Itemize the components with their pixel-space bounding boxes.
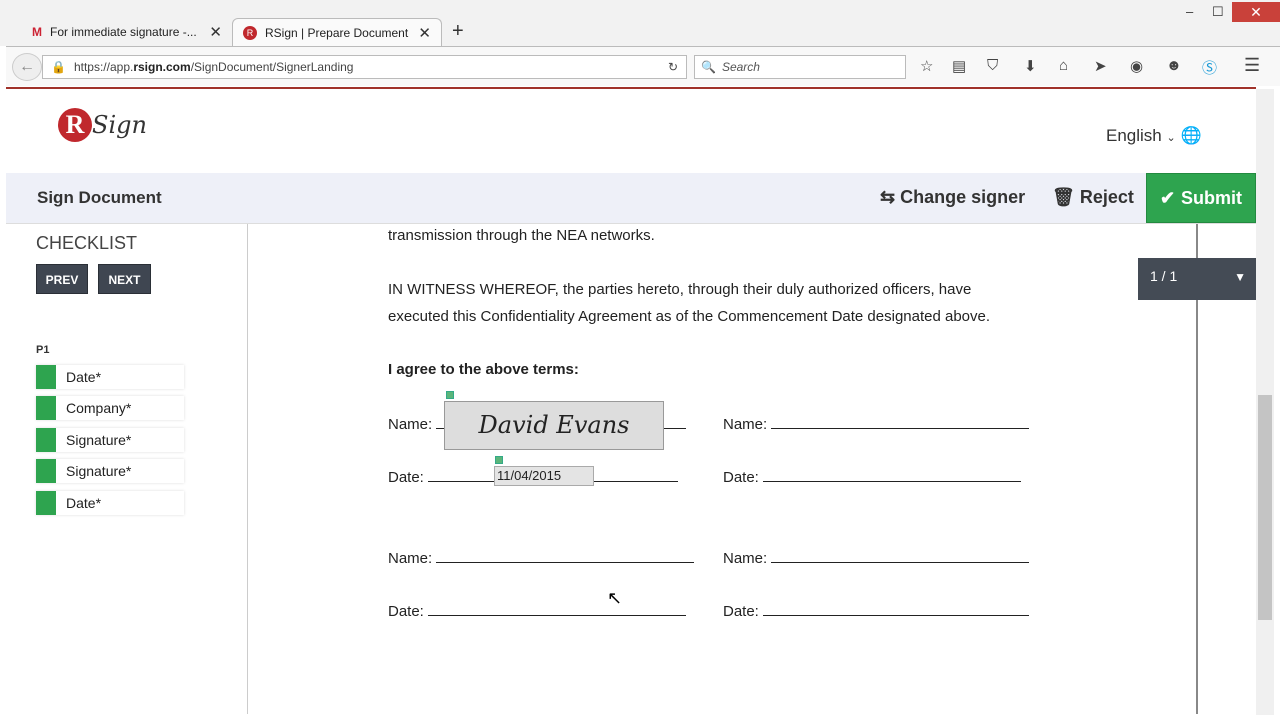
reload-icon[interactable]: ↻ (668, 60, 678, 74)
close-tab-icon[interactable]: ✕ (418, 24, 431, 42)
url-bar[interactable]: 🔒 https://app.rsign.com/SignDocument/Sign… (42, 55, 687, 79)
submit-label: Submit (1181, 187, 1243, 208)
download-icon[interactable]: ⬇ (1024, 57, 1037, 75)
caret-down-icon: ▼ (1234, 270, 1246, 284)
search-input[interactable]: 🔍 Search (694, 55, 906, 79)
date-line: Date: (388, 602, 687, 620)
skype-icon[interactable]: Ⓢ (1202, 57, 1217, 78)
date-field[interactable]: 11/04/2015 (494, 466, 594, 486)
search-placeholder: Search (721, 60, 760, 74)
item-label: Company* (66, 400, 132, 416)
send-icon[interactable]: ➤ (1094, 57, 1107, 75)
item-label: Signature* (66, 432, 132, 448)
item-label: Date* (66, 369, 102, 385)
prev-button[interactable]: PREV (36, 264, 88, 294)
tab-label: For immediate signature -... (50, 25, 197, 39)
page-title: Sign Document (37, 188, 162, 207)
minimize-button[interactable]: – (1186, 4, 1193, 19)
lock-icon: 🔒 (51, 60, 66, 74)
language-selector[interactable]: English ⌄ 🌐 (1106, 126, 1202, 146)
tab-gmail[interactable]: M For immediate signature -... ✕ (22, 18, 232, 46)
search-icon: 🔍 (701, 60, 716, 74)
scrollbar-thumb[interactable] (1258, 395, 1272, 620)
menu-icon[interactable]: ☰ (1244, 55, 1260, 76)
home-icon[interactable]: ⌂ (1059, 57, 1068, 74)
date-line: Date: (723, 468, 1022, 486)
language-label: English (1106, 126, 1162, 145)
submit-button[interactable]: ✔ Submit (1146, 173, 1256, 223)
item-label: Date* (66, 495, 102, 511)
doc-text: executed this Confidentiality Agreement … (388, 308, 991, 325)
doc-text: transmission through the NEA networks. (388, 227, 655, 244)
bookmark-star-icon[interactable]: ☆ (920, 57, 933, 75)
checklist-item[interactable]: Signature* (36, 428, 184, 452)
checklist-item[interactable]: Company* (36, 396, 184, 420)
reading-list-icon[interactable]: ▤ (952, 57, 966, 75)
page-count: 1 / 1 (1150, 268, 1178, 284)
chevron-down-icon: ⌄ (1166, 132, 1176, 144)
mouse-cursor-icon: ↖ (607, 588, 623, 608)
checklist-item[interactable]: Signature* (36, 459, 184, 483)
maximize-button[interactable]: ☐ (1212, 4, 1224, 20)
status-indicator (36, 396, 56, 420)
doc-text: IN WITNESS WHEREOF, the parties hereto, … (388, 281, 972, 298)
back-button[interactable]: ← (12, 53, 42, 81)
drag-handle[interactable] (446, 391, 454, 399)
next-button[interactable]: NEXT (98, 264, 151, 294)
divider (6, 87, 1256, 89)
window-close-button[interactable]: ✕ (1232, 2, 1280, 22)
reject-label: Reject (1079, 187, 1134, 207)
globe-icon: 🌐 (1180, 126, 1202, 145)
status-indicator (36, 491, 56, 515)
new-tab-button[interactable]: + (452, 20, 464, 43)
trash-icon: 🗑 (1052, 187, 1075, 207)
agree-heading: I agree to the above terms: (388, 361, 579, 378)
sync-icon[interactable]: ◉ (1130, 57, 1143, 75)
status-indicator (36, 365, 56, 389)
signature-field[interactable]: David Evans (444, 401, 664, 450)
check-icon: ✔ (1159, 187, 1176, 208)
checklist-item[interactable]: Date* (36, 365, 184, 389)
url-text: https://app.rsign.com/SignDocument/Signe… (73, 60, 354, 74)
name-line: Name: (388, 549, 695, 567)
gmail-icon: M (32, 25, 42, 39)
rsign-logo: R Sign (58, 108, 147, 142)
name-line: Name: (723, 549, 1030, 567)
change-signer-button[interactable]: ⇆ Change signer (880, 187, 1025, 208)
pocket-icon[interactable]: ⛉ (987, 57, 998, 74)
drag-handle[interactable] (495, 456, 503, 464)
status-indicator (36, 428, 56, 452)
chat-icon[interactable]: ☻ (1166, 57, 1182, 74)
tab-label: RSign | Prepare Document (265, 25, 409, 40)
swap-icon: ⇆ (880, 187, 896, 207)
item-label: Signature* (66, 463, 132, 479)
date-line: Date: (723, 602, 1030, 620)
tab-rsign[interactable]: R RSign | Prepare Document ✕ (232, 18, 442, 46)
reject-button[interactable]: 🗑 Reject (1052, 187, 1134, 208)
name-line: Name: (723, 415, 1030, 433)
checklist-item[interactable]: Date* (36, 491, 184, 515)
page-label: P1 (36, 344, 50, 356)
checklist-title: CHECKLIST (36, 233, 138, 253)
status-indicator (36, 459, 56, 483)
close-tab-icon[interactable]: ✕ (209, 23, 222, 41)
rsign-favicon-icon: R (243, 25, 257, 40)
page-selector[interactable]: 1 / 1 ▼ (1138, 258, 1256, 300)
change-signer-label: Change signer (900, 187, 1026, 207)
